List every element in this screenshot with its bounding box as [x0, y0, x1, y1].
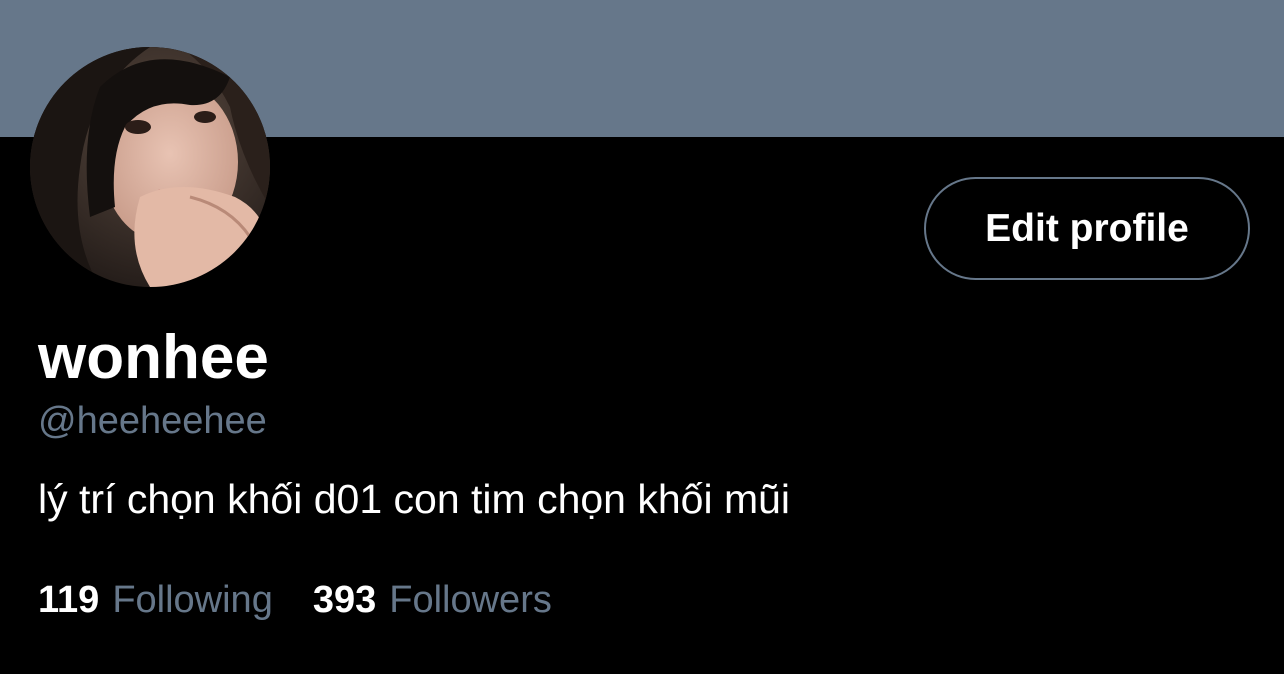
following-label: Following: [112, 579, 273, 621]
username-handle: @heeheehee: [38, 400, 267, 442]
avatar[interactable]: [30, 47, 270, 287]
display-name: wonhee: [38, 323, 269, 392]
profile-stats: 119 Following 393 Followers: [38, 576, 552, 624]
profile-page: Edit profile wonhee @heeheehee lý trí ch…: [0, 0, 1284, 674]
profile-bio: lý trí chọn khối d01 con tim chọn khối m…: [38, 476, 791, 522]
followers-count: 393: [312, 579, 377, 621]
following-link[interactable]: 119 Following: [38, 576, 273, 624]
edit-profile-button[interactable]: Edit profile: [924, 177, 1250, 280]
following-count: 119: [38, 579, 100, 621]
followers-label: Followers: [389, 579, 552, 621]
avatar-photo: [30, 47, 270, 287]
followers-link[interactable]: 393 Followers: [313, 576, 552, 624]
